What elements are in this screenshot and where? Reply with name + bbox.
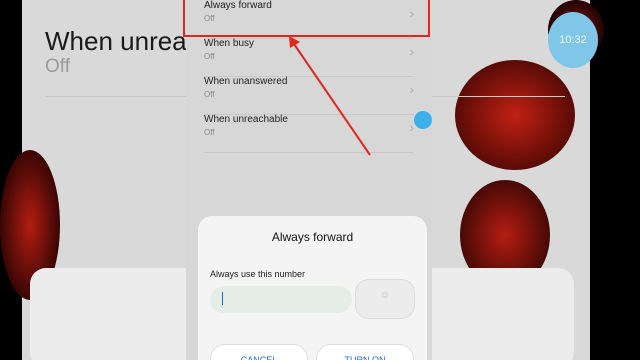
annotation-highlight-box (183, 0, 430, 37)
background-red-blur (455, 60, 575, 170)
chevron-right-icon: › (409, 44, 414, 59)
list-item-label: When unreachable (204, 114, 288, 125)
turn-on-button[interactable]: TURN ON (316, 344, 414, 360)
letterbox-right (590, 0, 640, 360)
list-item-state: Off (204, 128, 215, 137)
list-item-label: When busy (204, 38, 255, 49)
list-item-when-busy[interactable]: When busy Off › (204, 38, 414, 77)
background-subtitle: Off (45, 56, 70, 77)
cancel-button[interactable]: CANCEL (210, 344, 308, 360)
list-item-label: When unanswered (204, 76, 288, 87)
always-forward-dialog: Always forward Always use this number ☺ … (198, 216, 427, 360)
list-item-when-unanswered[interactable]: When unanswered Off › (204, 76, 414, 115)
text-cursor (222, 292, 223, 305)
forward-number-input[interactable] (210, 286, 352, 313)
contacts-button[interactable]: ☺ (355, 279, 415, 319)
list-item-state: Off (204, 90, 215, 99)
dialog-title: Always forward (271, 230, 354, 244)
number-field-label: Always use this number (210, 269, 306, 279)
list-item-state: Off (204, 52, 215, 61)
floating-bubble-icon[interactable] (414, 111, 432, 129)
phone-screen: Always forward Off › When busy Off › Whe… (186, 0, 432, 360)
contact-icon: ☺ (379, 290, 391, 301)
list-item-when-unreachable[interactable]: When unreachable Off › (204, 114, 414, 153)
background-bubble: 10:32 (548, 12, 598, 68)
chevron-right-icon: › (409, 82, 414, 97)
